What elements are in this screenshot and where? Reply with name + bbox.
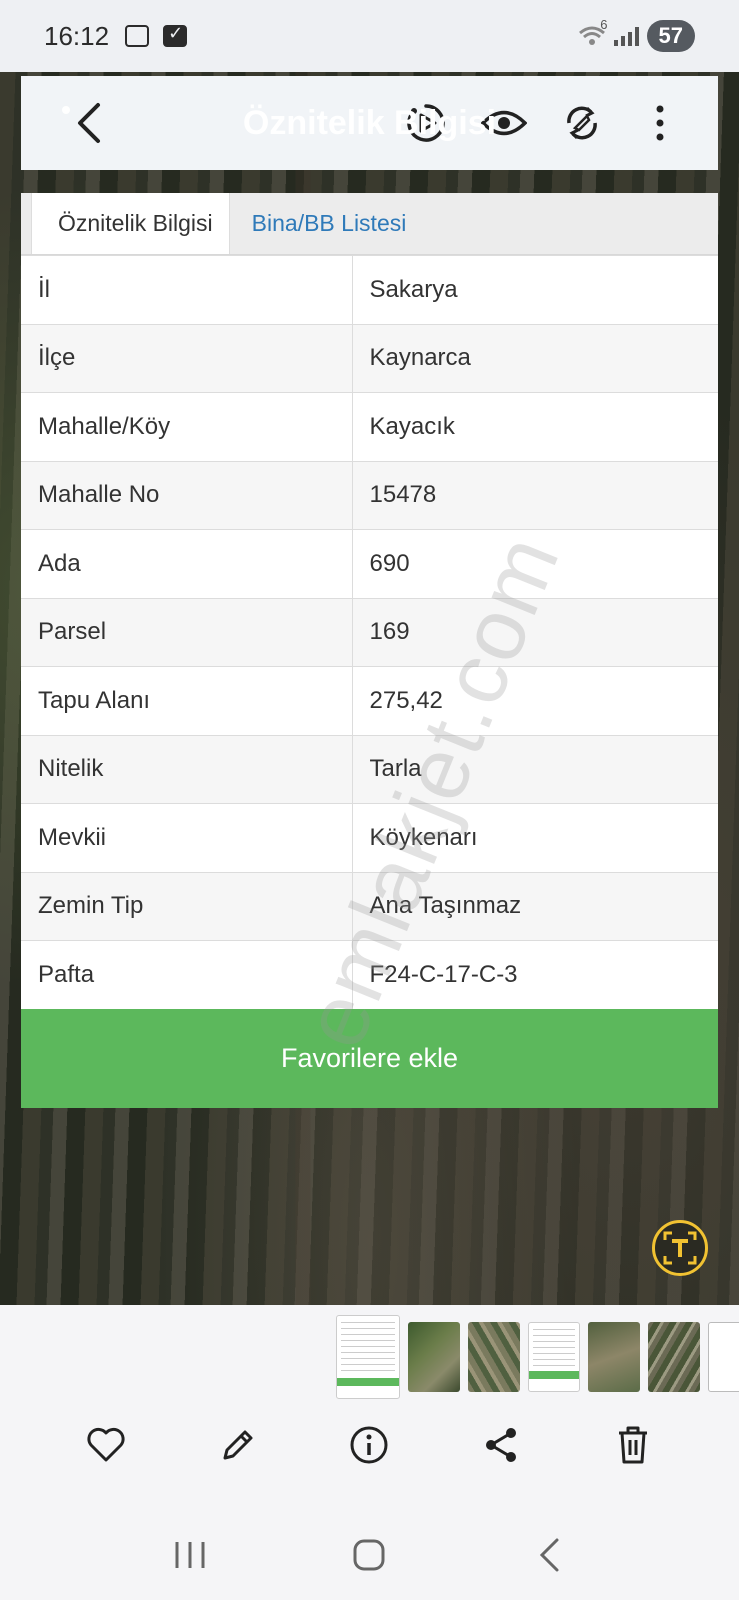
app-header: Öznitelik Bilgisi <box>21 76 718 170</box>
thumbnail-strip[interactable] <box>336 1315 739 1399</box>
status-time: 16:12 <box>44 20 110 51</box>
more-options-button[interactable] <box>636 99 684 147</box>
thumbnail[interactable] <box>648 1322 700 1392</box>
attr-value: Kaynarca <box>352 323 718 393</box>
table-row: Mahalle/Köy Kayacık <box>21 392 718 461</box>
motion-photo-icon <box>407 104 445 142</box>
home-icon <box>353 1539 385 1571</box>
table-row: Nitelik Tarla <box>21 734 718 804</box>
attr-key: İlçe <box>21 323 353 393</box>
add-to-favorites-button[interactable]: Favorilere ekle <box>21 1009 718 1108</box>
text-recognition-button[interactable] <box>652 1220 708 1276</box>
wifi-label: 6 <box>600 17 608 32</box>
favorite-button[interactable] <box>76 1415 136 1475</box>
attr-key: Mahalle/Köy <box>21 392 353 461</box>
rotate-icon <box>567 106 597 140</box>
motion-photo-button[interactable] <box>402 99 450 147</box>
checkbox-notification-icon <box>163 23 188 47</box>
share-icon <box>486 1428 517 1462</box>
page-indicator-dot <box>62 106 70 114</box>
attr-key: Zemin Tip <box>21 871 353 941</box>
back-icon <box>78 103 100 143</box>
attribute-card: Öznitelik Bilgisi Bina/BB Listesi İl Saka… <box>21 193 718 1108</box>
attr-key: Mevkii <box>21 803 353 872</box>
system-nav-bar <box>0 1510 739 1600</box>
tab-building-list[interactable]: Bina/BB Listesi <box>230 193 423 254</box>
table-row: Parsel 169 <box>21 597 718 667</box>
attr-value: 15478 <box>352 460 718 530</box>
trash-icon <box>619 1426 648 1464</box>
attr-value: Sakarya <box>352 255 718 324</box>
table-row: Mevkii Köykenarı <box>21 803 718 872</box>
attr-key: Mahalle No <box>21 460 353 530</box>
attr-value: Tarla <box>352 734 718 804</box>
info-button[interactable] <box>339 1415 399 1475</box>
attr-key: Ada <box>21 529 353 598</box>
thumbnail[interactable] <box>708 1322 739 1392</box>
status-bar: 16:12 6 57 <box>0 0 739 72</box>
attr-key: İl <box>21 255 353 324</box>
heart-icon <box>87 1427 125 1462</box>
table-row: İlçe Kaynarca <box>21 323 718 393</box>
recents-button[interactable] <box>160 1525 220 1585</box>
battery-indicator: 57 <box>646 20 695 52</box>
nav-back-button[interactable] <box>519 1525 579 1585</box>
thumbnail[interactable] <box>468 1322 520 1392</box>
eye-icon <box>481 110 527 136</box>
tab-bar: Öznitelik Bilgisi Bina/BB Listesi <box>21 193 718 255</box>
screenshot-icon <box>125 25 150 47</box>
attr-key: Parsel <box>21 597 353 667</box>
delete-button[interactable] <box>603 1415 663 1475</box>
rotate-button[interactable] <box>558 99 606 147</box>
table-row: Ada 690 <box>21 529 718 598</box>
tab-attribute-info[interactable]: Öznitelik Bilgisi <box>31 193 230 254</box>
share-button[interactable] <box>471 1415 531 1475</box>
action-bar <box>0 1405 739 1485</box>
table-row: Mahalle No 15478 <box>21 460 718 530</box>
signal-icon <box>613 26 639 46</box>
attr-value: Kayacık <box>352 392 718 461</box>
table-row: İl Sakarya <box>21 255 718 324</box>
attr-value: 690 <box>352 529 718 598</box>
thumbnail-selected[interactable] <box>336 1315 400 1399</box>
attr-value: Ana Taşınmaz <box>352 871 718 941</box>
info-icon <box>350 1426 388 1464</box>
table-row: Pafta F24-C-17-C-3 <box>21 940 718 1009</box>
attr-value: Köykenarı <box>352 803 718 872</box>
attribute-table: İl Sakarya İlçe Kaynarca Mahalle/Köy Kayacı… <box>21 255 718 1009</box>
gallery-bottom-panel <box>0 1305 739 1510</box>
attr-value: 275,42 <box>352 666 718 735</box>
thumbnail[interactable] <box>588 1322 640 1392</box>
thumbnail[interactable] <box>408 1322 460 1392</box>
view-button[interactable] <box>480 99 528 147</box>
thumbnail[interactable] <box>528 1322 580 1392</box>
home-button[interactable] <box>339 1525 399 1585</box>
back-button[interactable] <box>59 93 119 153</box>
attr-value: F24-C-17-C-3 <box>352 940 718 1009</box>
back-nav-icon <box>540 1538 559 1572</box>
pencil-icon <box>223 1430 253 1460</box>
table-row: Tapu Alanı 275,42 <box>21 666 718 735</box>
attr-value: 169 <box>352 597 718 667</box>
attr-key: Nitelik <box>21 734 353 804</box>
text-scan-icon <box>663 1231 697 1265</box>
edit-button[interactable] <box>208 1415 268 1475</box>
more-vert-icon <box>656 105 664 141</box>
wifi-icon: 6 <box>578 17 608 47</box>
recents-icon <box>175 1542 205 1568</box>
attr-key: Pafta <box>21 940 353 1009</box>
table-row: Zemin Tip Ana Taşınmaz <box>21 871 718 941</box>
attr-key: Tapu Alanı <box>21 666 353 735</box>
